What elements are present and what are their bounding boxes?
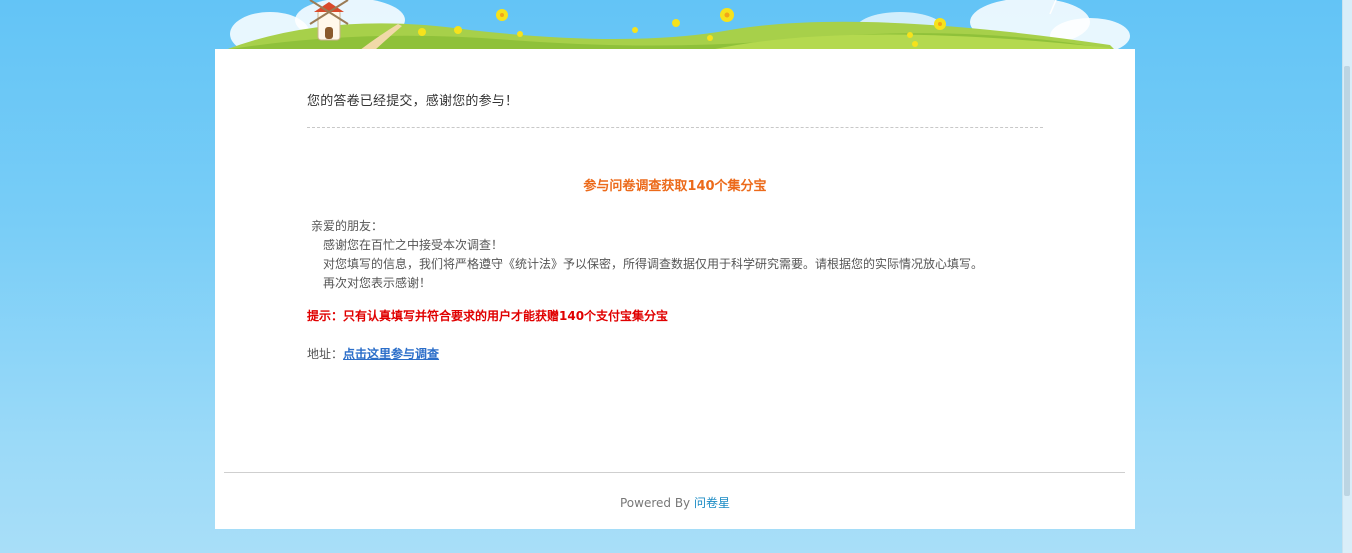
letter-greeting: 亲爱的朋友：	[311, 219, 384, 233]
survey-link[interactable]: 点击这里参与调查	[343, 347, 439, 361]
address-label: 地址：	[307, 347, 344, 361]
tip-text: 提示：只有认真填写并符合要求的用户才能获赠140个支付宝集分宝	[307, 309, 669, 323]
header-scenery	[210, 0, 1140, 50]
submitted-message: 您的答卷已经提交，感谢您的参与！	[307, 94, 519, 109]
scrollbar-thumb[interactable]	[1344, 66, 1350, 496]
address-row: 地址：点击这里参与调查	[307, 345, 439, 362]
dashed-divider	[307, 127, 1043, 128]
powered-by: Powered By 问卷星	[215, 494, 1135, 511]
windmill-meadow-icon	[225, 0, 1130, 50]
letter-line: 再次对您表示感谢！	[323, 276, 432, 290]
letter-line: 感谢您在百忙之中接受本次调查！	[323, 238, 504, 252]
letter-line: 对您填写的信息，我们将严格遵守《统计法》予以保密，所得调查数据仅用于科学研究需要…	[323, 257, 984, 271]
letter-body: 亲爱的朋友： 感谢您在百忙之中接受本次调查！ 对您填写的信息，我们将严格遵守《统…	[307, 217, 983, 293]
page-scrollbar[interactable]	[1342, 0, 1352, 553]
brand-link[interactable]: 问卷星	[694, 496, 730, 510]
result-panel: 您的答卷已经提交，感谢您的参与！ 参与问卷调查获取140个集分宝 亲爱的朋友： …	[215, 49, 1135, 529]
promo-title: 参与问卷调查获取140个集分宝	[583, 179, 767, 194]
footer-divider	[224, 472, 1125, 473]
powered-by-label: Powered By	[619, 496, 691, 510]
